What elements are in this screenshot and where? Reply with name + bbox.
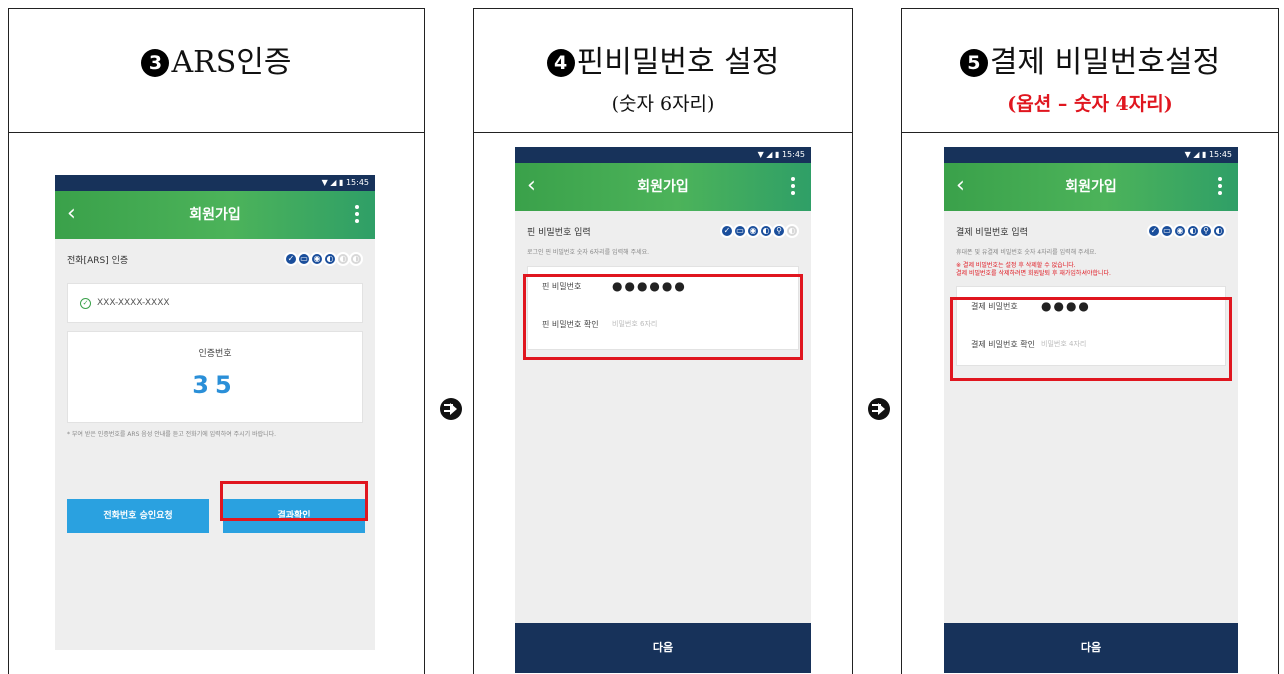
step-icon: ◐ xyxy=(1186,224,1200,238)
auth-code-card: 인증번호 35 xyxy=(67,331,363,423)
check-circle-icon: ✓ xyxy=(80,297,91,309)
warning-line-2: 결제 비밀번호를 삭제하려면 회원탈퇴 후 재가입하셔야합니다. xyxy=(956,270,1111,277)
progress-steps: ✓ ▭ ◉ ◐ ◐ ◐ xyxy=(284,252,363,266)
step5-title: 5 결제 비밀번호설정 xyxy=(902,37,1278,81)
step-check-icon: ✓ xyxy=(284,252,298,266)
step5-header: 5 결제 비밀번호설정 (옵션 – 숫자 4자리) xyxy=(902,9,1278,133)
step-check-icon: ✓ xyxy=(720,224,734,238)
step-icon: ◐ xyxy=(349,252,363,266)
app-bar: ‹ 회원가입 xyxy=(515,163,811,211)
step-icon: ◐ xyxy=(785,224,799,238)
app-title: 회원가입 xyxy=(637,179,689,195)
step-icon: ◐ xyxy=(323,252,337,266)
highlight-box xyxy=(523,274,803,360)
app-title: 회원가입 xyxy=(189,207,241,223)
step5-panel: 5 결제 비밀번호설정 (옵션 – 숫자 4자리) ▼ ◢ ▮ 15:45 ‹ 회… xyxy=(901,8,1279,674)
highlight-box xyxy=(950,297,1232,381)
status-bar: ▼ ◢ ▮ 15:45 xyxy=(55,175,375,191)
highlight-box xyxy=(220,481,368,521)
next-button[interactable]: 다음 xyxy=(944,623,1238,673)
progress-steps: ✓ ▭ ◉ ◐ ⚲ ◐ xyxy=(720,224,799,238)
section-description: 로그인 핀 비밀번호 숫자 6자리를 입력해 주세요. xyxy=(527,249,650,256)
overflow-menu-icon[interactable] xyxy=(1218,177,1222,195)
section-description: 휴대폰 및 유결제 비밀번호 숫자 4자리를 입력해 주세요. xyxy=(956,249,1097,256)
step-icon: ◐ xyxy=(1212,224,1226,238)
app-title: 회원가입 xyxy=(1065,179,1117,195)
overflow-menu-icon[interactable] xyxy=(355,205,359,223)
request-approval-button[interactable]: 전화번호 승인요청 xyxy=(67,499,209,533)
step-check-icon: ✓ xyxy=(1147,224,1161,238)
overflow-menu-icon[interactable] xyxy=(791,177,795,195)
app-bar: ‹ 회원가입 xyxy=(944,163,1238,211)
next-arrow-icon xyxy=(868,398,890,420)
step-number-badge: 5 xyxy=(959,49,988,77)
step3-title: 3 ARS인증 xyxy=(9,37,424,81)
step4-title: 4 핀비밀번호 설정 xyxy=(474,37,852,81)
status-bar: ▼ ◢ ▮ 15:45 xyxy=(515,147,811,163)
step4-header: 4 핀비밀번호 설정 (숫자 6자리) xyxy=(474,9,852,133)
step-icon: ◐ xyxy=(336,252,350,266)
section-label: 전화[ARS] 인증 xyxy=(67,255,129,266)
step3-panel: 3 ARS인증 ▼ ◢ ▮ 15:45 ‹ 회원가입 전화[ARS] 인증 ✓ ▭ ◉… xyxy=(8,8,425,674)
phone-number-display: ✓ XXX-XXXX-XXXX xyxy=(67,283,363,323)
phone-screen-ars: ▼ ◢ ▮ 15:45 ‹ 회원가입 전화[ARS] 인증 ✓ ▭ ◉ ◐ ◐ ◐ ✓ X… xyxy=(55,175,375,650)
step4-panel: 4 핀비밀번호 설정 (숫자 6자리) ▼ ◢ ▮ 15:45 ‹ 회원가입 핀 … xyxy=(473,8,853,674)
step-icon: ▭ xyxy=(1160,224,1174,238)
phone-screen-pin: ▼ ◢ ▮ 15:45 ‹ 회원가입 핀 비밀번호 입력 ✓ ▭ ◉ ◐ ⚲ ◐ 로그인 … xyxy=(515,147,811,673)
step3-header: 3 ARS인증 xyxy=(9,9,424,133)
step-icon: ⚲ xyxy=(772,224,786,238)
auth-code-value: 35 xyxy=(192,371,238,399)
step-icon: ◐ xyxy=(759,224,773,238)
step-number-badge: 3 xyxy=(141,49,170,77)
section-label: 핀 비밀번호 입력 xyxy=(527,227,591,238)
step-icon: ⚲ xyxy=(1199,224,1213,238)
step4-subtitle: (숫자 6자리) xyxy=(611,93,715,115)
step5-subtitle: (옵션 – 숫자 4자리) xyxy=(1007,93,1173,115)
step-number-badge: 4 xyxy=(546,49,575,77)
progress-steps: ✓ ▭ ◉ ◐ ⚲ ◐ xyxy=(1147,224,1226,238)
next-arrow-icon xyxy=(440,398,462,420)
step-icon: ▭ xyxy=(733,224,747,238)
step-icon: ◉ xyxy=(746,224,760,238)
warning-line-1: ※ 결제 비밀번호는 설정 후 삭제할 수 없습니다. xyxy=(956,262,1076,269)
ars-note: * 부여 받은 인증번호를 ARS 음성 안내를 듣고 전화기에 입력하여 주시… xyxy=(67,431,277,438)
step-icon: ◉ xyxy=(1173,224,1187,238)
section-label: 결제 비밀번호 입력 xyxy=(956,227,1028,238)
next-button[interactable]: 다음 xyxy=(515,623,811,673)
phone-screen-payment-pin: ▼ ◢ ▮ 15:45 ‹ 회원가입 결제 비밀번호 입력 ✓ ▭ ◉ ◐ ⚲ ◐ 휴대폰… xyxy=(944,147,1238,673)
step-icon: ▭ xyxy=(297,252,311,266)
step-icon: ◉ xyxy=(310,252,324,266)
status-bar: ▼ ◢ ▮ 15:45 xyxy=(944,147,1238,163)
app-bar: ‹ 회원가입 xyxy=(55,191,375,239)
auth-code-label: 인증번호 xyxy=(198,349,232,359)
